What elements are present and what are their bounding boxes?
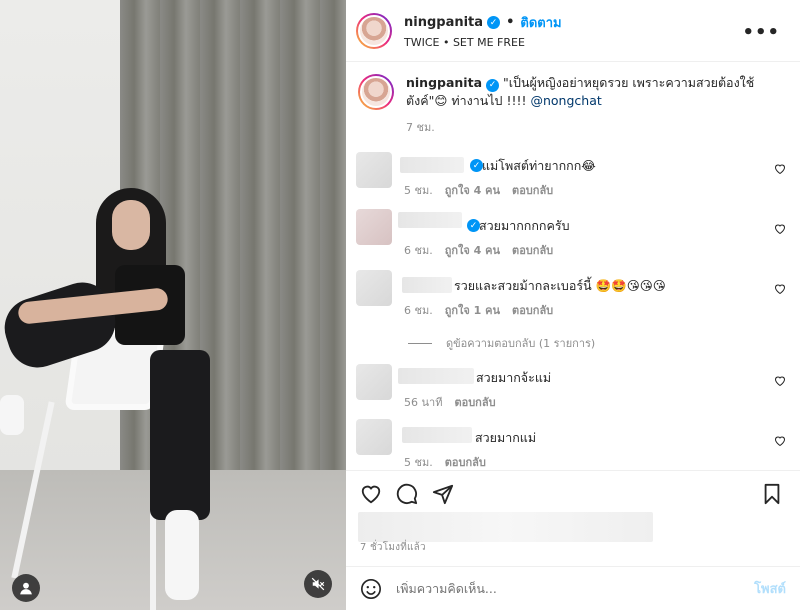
user-tag-button[interactable] xyxy=(12,574,40,602)
caption-avatar[interactable] xyxy=(358,74,394,110)
follow-button[interactable]: ติดตาม xyxy=(520,12,561,33)
comment-username-blurred[interactable] xyxy=(402,427,472,443)
comment-time[interactable]: 6 ชม. xyxy=(404,244,433,257)
separator-dot: • xyxy=(506,15,515,30)
reply-button[interactable]: ตอบกลับ xyxy=(445,456,486,469)
author-username[interactable]: ningpanita xyxy=(404,15,483,30)
reply-button[interactable]: ตอบกลับ xyxy=(454,396,495,409)
audio-label[interactable]: TWICE • SET ME FREE xyxy=(404,36,562,49)
comment-meta: 6 ชม. ถูกใจ 1 คน ตอบกลับ xyxy=(404,301,565,319)
post-panel: ningpanita ✓ • ติดตาม TWICE • SET ME FRE… xyxy=(346,0,800,610)
media-person xyxy=(112,200,150,250)
comment-text: สวยมากแม่ xyxy=(475,430,537,445)
share-icon[interactable] xyxy=(432,483,454,505)
heart-icon[interactable] xyxy=(774,223,786,235)
comment-avatar[interactable] xyxy=(356,270,392,306)
post-comment-button[interactable]: โพสต์ xyxy=(754,578,786,599)
heart-icon[interactable] xyxy=(774,163,786,175)
comment-avatar[interactable] xyxy=(356,209,392,245)
comment-username-blurred[interactable] xyxy=(400,157,464,173)
caption-username[interactable]: ningpanita xyxy=(406,75,482,90)
bookmark-icon[interactable] xyxy=(762,483,782,505)
media-person xyxy=(165,510,199,600)
comment-likes[interactable]: ถูกใจ 1 คน xyxy=(445,304,500,317)
comment-meta: 56 นาที ตอบกลับ xyxy=(404,393,508,411)
comment-time[interactable]: 5 ชม. xyxy=(404,184,433,197)
comment-text: รวยและสวยม้ากละเบอร์นี้ 🤩🤩😘😘😘 xyxy=(454,278,666,293)
comment-text: สวยมากจ้ะแม่ xyxy=(476,370,552,385)
heart-icon[interactable] xyxy=(360,483,382,505)
comment-username-blurred[interactable] xyxy=(402,277,452,293)
post-header: ningpanita ✓ • ติดตาม TWICE • SET ME FRE… xyxy=(346,0,800,62)
comment-time[interactable]: 6 ชม. xyxy=(404,304,433,317)
comment-avatar[interactable] xyxy=(356,419,392,455)
comment-avatar[interactable] xyxy=(356,364,392,400)
comment-meta: 6 ชม. ถูกใจ 4 คน ตอบกลับ xyxy=(404,241,565,259)
verified-icon: ✓ xyxy=(487,16,501,29)
heart-icon[interactable] xyxy=(774,375,786,387)
author-avatar[interactable] xyxy=(356,12,392,49)
likes-count-blurred[interactable] xyxy=(358,512,653,542)
comment-time[interactable]: 56 นาที xyxy=(404,396,442,409)
mute-icon xyxy=(311,577,325,591)
reply-button[interactable]: ตอบกลับ xyxy=(512,304,553,317)
post-media[interactable] xyxy=(0,0,346,610)
comment-meta: 5 ชม. ถูกใจ 4 คน ตอบกลับ xyxy=(404,181,565,199)
reply-button[interactable]: ตอบกลับ xyxy=(512,184,553,197)
action-bar xyxy=(346,470,800,514)
comment-username-blurred[interactable] xyxy=(398,368,474,384)
comment-avatar[interactable] xyxy=(356,152,392,188)
comment-text: สวยมากกกกครับ xyxy=(479,218,570,233)
caption: ningpanita ✓ "เป็นผู้หญิงอย่าหยุดรวย เพรา… xyxy=(346,62,800,137)
comment-input[interactable] xyxy=(396,581,726,596)
comment-meta: 5 ชม. ตอบกลับ xyxy=(404,453,498,470)
view-replies-label: ดูข้อความตอบกลับ (1 รายการ) xyxy=(446,337,596,350)
media-person xyxy=(0,395,24,435)
add-comment-bar: โพสต์ xyxy=(346,566,800,610)
comment-time[interactable]: 5 ชม. xyxy=(404,456,433,469)
media-person xyxy=(150,350,210,520)
caption-time[interactable]: 7 ชม. xyxy=(406,119,776,137)
replies-divider xyxy=(408,342,432,344)
post-time[interactable]: 7 ชั่วโมงที่แล้ว xyxy=(360,540,426,555)
comment-text: แม่โพสต์ท่ายากกก😂 xyxy=(482,158,596,173)
mute-button[interactable] xyxy=(304,570,332,598)
verified-icon: ✓ xyxy=(486,78,500,92)
user-tag-icon xyxy=(20,582,32,595)
reply-button[interactable]: ตอบกลับ xyxy=(512,244,553,257)
more-options-button[interactable]: ••• xyxy=(742,22,780,43)
comments-list[interactable]: ningpanita ✓ "เป็นผู้หญิงอย่าหยุดรวย เพรา… xyxy=(346,62,800,470)
heart-icon[interactable] xyxy=(774,283,786,295)
caption-mention[interactable]: @nongchat xyxy=(530,93,601,108)
comment-icon[interactable] xyxy=(396,483,418,505)
heart-icon[interactable] xyxy=(774,435,786,447)
comment-username-blurred[interactable] xyxy=(398,212,462,228)
comment-likes[interactable]: ถูกใจ 4 คน xyxy=(445,244,500,257)
comment-likes[interactable]: ถูกใจ 4 คน xyxy=(445,184,500,197)
emoji-icon[interactable] xyxy=(360,578,382,600)
view-replies-button[interactable]: ดูข้อความตอบกลับ (1 รายการ) xyxy=(408,334,595,352)
